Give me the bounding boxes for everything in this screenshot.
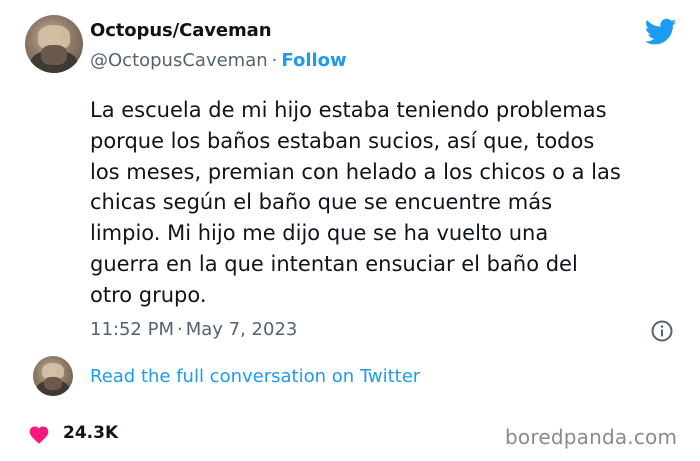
timestamp-separator: · — [176, 319, 183, 340]
tweet-time[interactable]: 11:52 PM — [90, 319, 174, 340]
handle-separator: · — [271, 50, 278, 71]
tweet-date[interactable]: May 7, 2023 — [186, 319, 298, 340]
twitter-bird-icon[interactable] — [645, 18, 677, 46]
author-handle-row: @OctopusCaveman · Follow — [90, 50, 347, 71]
heart-icon[interactable] — [28, 424, 50, 444]
read-conversation-link[interactable]: Read the full conversation on Twitter — [90, 366, 420, 387]
follow-button[interactable]: Follow — [281, 50, 346, 71]
author-avatar[interactable] — [25, 15, 83, 73]
author-display-name[interactable]: Octopus/Caveman — [90, 20, 272, 41]
like-count[interactable]: 24.3K — [63, 423, 118, 443]
conversation-avatar[interactable] — [33, 356, 73, 396]
author-handle[interactable]: @OctopusCaveman — [90, 50, 268, 71]
info-icon[interactable] — [651, 320, 673, 342]
tweet-timestamp[interactable]: 11:52 PM · May 7, 2023 — [90, 319, 297, 340]
tweet-text: La escuela de mi hijo estaba teniendo pr… — [90, 98, 621, 307]
watermark: boredpanda.com — [505, 425, 678, 449]
